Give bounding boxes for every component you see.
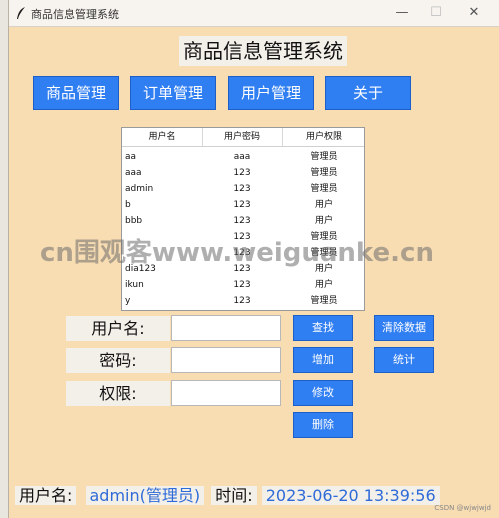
username-label: 用户名: [66, 316, 170, 341]
table-row[interactable]: aaa 123 管理员 [122, 165, 364, 181]
cell-permission: 管理员 [310, 296, 338, 306]
status-time-label: 时间: [211, 486, 257, 505]
status-bar: 用户名: admin(管理员) 时间: 2023-06-20 13:39:56 [15, 483, 440, 509]
cell-username: admin [125, 184, 154, 194]
permission-label: 权限: [66, 381, 170, 406]
permission-input[interactable] [171, 380, 281, 406]
user-table[interactable]: 用户名 用户密码 用户权限 aa aaa 管理员 aaa 123 管理员 admin 12… [121, 127, 365, 311]
cell-password: 123 [233, 168, 251, 178]
cell-username: aaa [125, 168, 142, 178]
cell-password: 123 [233, 296, 251, 306]
table-row[interactable]: y 123 管理员 [122, 293, 364, 309]
column-header-permission[interactable]: 用户权限 [282, 128, 364, 146]
watermark-text: cn围观客www.weiguanke.cn [40, 238, 434, 268]
add-button[interactable]: 增加 [293, 347, 353, 373]
search-button[interactable]: 查找 [293, 315, 353, 341]
table-row[interactable]: aa aaa 管理员 [122, 149, 364, 165]
cell-password: 123 [233, 184, 251, 194]
cell-permission: 管理员 [310, 168, 338, 178]
app-heading: 商品信息管理系统 [179, 36, 347, 66]
nav-goods-button[interactable]: 商品管理 [33, 76, 119, 110]
window-title: 商品信息管理系统 [31, 8, 119, 21]
column-header-password[interactable]: 用户密码 [202, 128, 282, 146]
cell-username: b [125, 200, 131, 210]
table-header: 用户名 用户密码 用户权限 [122, 128, 364, 147]
cell-permission: 管理员 [310, 152, 338, 162]
delete-button[interactable]: 删除 [293, 412, 353, 438]
cell-username: ikun [125, 280, 144, 290]
cell-permission: 用户 [314, 280, 333, 290]
cell-username: y [125, 296, 131, 306]
table-row[interactable]: b 123 用户 [122, 197, 364, 213]
status-user-value: admin(管理员) [85, 486, 205, 505]
table-row[interactable]: ikun 123 用户 [122, 277, 364, 293]
close-button[interactable]: ✕ [457, 2, 491, 24]
cell-username: aa [125, 152, 137, 162]
nav-about-button[interactable]: 关于 [325, 76, 411, 110]
credit-text: CSDN @wjwjwjd [434, 504, 491, 512]
statistics-button[interactable]: 统计 [374, 347, 434, 373]
cell-permission: 用户 [314, 200, 333, 210]
username-input[interactable] [171, 315, 281, 341]
maximize-button[interactable]: ☐ [419, 2, 453, 24]
cell-password: 123 [233, 216, 251, 226]
cell-password: 123 [233, 280, 251, 290]
cell-permission: 管理员 [310, 184, 338, 194]
modify-button[interactable]: 修改 [293, 380, 353, 406]
title-bar: 商品信息管理系统 — ☐ ✕ [9, 0, 499, 27]
cell-username: bbb [125, 216, 143, 226]
cell-password: 123 [233, 200, 251, 210]
minimize-button[interactable]: — [385, 2, 419, 24]
nav-users-button[interactable]: 用户管理 [228, 76, 314, 110]
status-time-value: 2023-06-20 13:39:56 [261, 486, 440, 505]
table-row[interactable]: bbb 123 用户 [122, 213, 364, 229]
cell-permission: 用户 [314, 216, 333, 226]
column-header-username[interactable]: 用户名 [122, 128, 202, 146]
clear-data-button[interactable]: 清除数据 [374, 315, 434, 341]
password-label: 密码: [66, 348, 170, 373]
table-row[interactable]: admin 123 管理员 [122, 181, 364, 197]
password-input[interactable] [171, 347, 281, 373]
nav-orders-button[interactable]: 订单管理 [130, 76, 216, 110]
cell-password: aaa [233, 152, 251, 162]
feather-icon [17, 7, 25, 19]
status-user-label: 用户名: [15, 486, 77, 505]
